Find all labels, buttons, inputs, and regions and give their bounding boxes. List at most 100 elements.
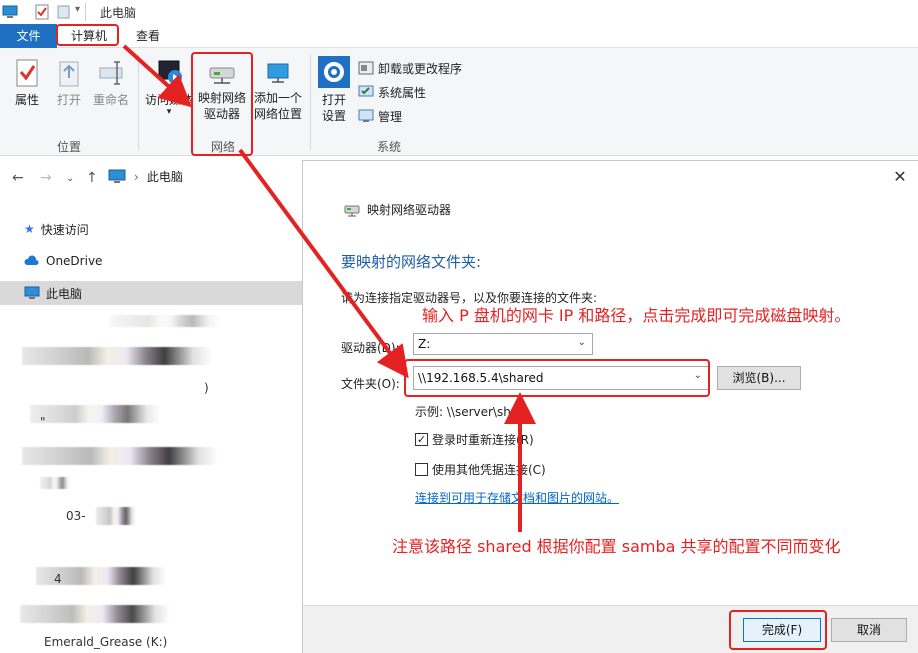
- open-button[interactable]: 打开: [52, 58, 86, 108]
- properties-quick-icon[interactable]: [34, 4, 50, 20]
- other-credentials-label: 使用其他凭据连接(C): [432, 463, 546, 477]
- add-network-location-button[interactable]: 添加一个 网络位置: [252, 60, 304, 122]
- other-credentials-checkbox[interactable]: 使用其他凭据连接(C): [415, 461, 546, 478]
- cancel-button[interactable]: 取消: [831, 618, 907, 642]
- map-network-drive-button[interactable]: 映射网络 驱动器: [195, 60, 249, 122]
- open-label: 打开: [56, 93, 81, 107]
- star-icon: ★: [24, 222, 35, 236]
- annotation-top-note: 输入 P 盘机的网卡 IP 和路径，点击完成即可完成磁盘映射。: [422, 306, 851, 325]
- navigation-pane: ★ 快速访问 OneDrive 此电脑 ) " 03- 4 Emerald_Gr…: [0, 205, 302, 653]
- computer-icon: [108, 169, 126, 183]
- blurred-item: [110, 315, 220, 327]
- tab-file[interactable]: 文件: [0, 24, 57, 48]
- access-media-label: 访问媒体: [144, 93, 193, 107]
- blurred-item: [22, 447, 218, 465]
- uninstall-label: 卸载或更改程序: [378, 61, 463, 76]
- drive-label: 驱动器(D):: [341, 341, 400, 355]
- ribbon-divider: [310, 54, 311, 150]
- map-network-drive-dialog: ✕ 映射网络驱动器 要映射的网络文件夹: 请为连接指定驱动器号，以及你要连接的文…: [302, 160, 918, 653]
- reconnect-label: 登录时重新连接(R): [432, 433, 534, 447]
- nav-quick-access-label: 快速访问: [40, 222, 89, 237]
- recent-dropdown-icon[interactable]: ⌄: [66, 173, 74, 184]
- network-location-icon: [267, 63, 289, 83]
- tab-view[interactable]: 查看: [126, 24, 170, 48]
- title-divider: [85, 3, 86, 21]
- breadcrumb-this-pc[interactable]: 此电脑: [147, 168, 183, 185]
- properties-label: 属性: [14, 93, 39, 107]
- nav-onedrive[interactable]: OneDrive: [0, 249, 302, 273]
- chevron-down-icon: ⌄: [693, 370, 702, 381]
- rename-button[interactable]: 重命名: [90, 58, 132, 108]
- close-icon[interactable]: ✕: [890, 167, 910, 187]
- ribbon-tabs: 文件 计算机 查看: [0, 24, 918, 48]
- properties-icon: [16, 59, 38, 87]
- map-drive-label-line1: 映射网络: [197, 91, 246, 105]
- quick-access-dropdown-icon[interactable]: ▾: [75, 4, 91, 20]
- nav-onedrive-label: OneDrive: [46, 254, 103, 268]
- system-group-label: 系统: [377, 140, 402, 154]
- empty-checkbox-icon: [415, 463, 428, 476]
- cloud-icon: [24, 255, 39, 265]
- network-drive-icon: [209, 67, 235, 84]
- blurred-item: [20, 605, 170, 623]
- system-properties-button[interactable]: 系统属性: [358, 82, 426, 102]
- connect-website-link[interactable]: 连接到可用于存储文档和图片的网站。: [415, 489, 619, 506]
- checkmark-icon: ✓: [415, 433, 428, 446]
- blurred-item: [22, 347, 212, 365]
- add-location-label-line1: 添加一个: [253, 91, 302, 105]
- access-media-dropdown-icon: ▾: [166, 107, 172, 117]
- address-bar: ← → ⌄ ↑ › 此电脑: [0, 162, 302, 194]
- dialog-title-text: 映射网络驱动器: [367, 203, 452, 217]
- blurred-item: [96, 507, 136, 525]
- drive-fragment: ": [40, 415, 46, 429]
- browse-button[interactable]: 浏览(B)...: [717, 366, 801, 390]
- manage-label: 管理: [378, 109, 403, 124]
- drive-fragment: Emerald_Grease (K:): [44, 635, 168, 649]
- tab-computer[interactable]: 计算机: [60, 24, 118, 48]
- folder-input[interactable]: \\192.168.5.4\shared ⌄: [413, 366, 709, 390]
- access-media-button[interactable]: 访问媒体 ▾: [144, 58, 194, 117]
- forward-arrow-icon[interactable]: →: [40, 170, 52, 186]
- annotation-bottom-note: 注意该路径 shared 根据你配置 samba 共享的配置不同而变化: [392, 537, 841, 556]
- nav-quick-access[interactable]: ★ 快速访问: [0, 217, 302, 241]
- open-settings-label-line2: 设置: [321, 109, 346, 123]
- computer-icon: [24, 286, 40, 299]
- finish-button[interactable]: 完成(F): [743, 618, 821, 642]
- network-drive-icon: [344, 205, 360, 216]
- dialog-title: 映射网络驱动器: [343, 201, 451, 218]
- blurred-item: [30, 405, 160, 423]
- folder-example: 示例: \\server\share: [415, 405, 531, 419]
- properties-button[interactable]: 属性: [8, 58, 46, 108]
- uninstall-button[interactable]: 卸载或更改程序: [358, 58, 462, 78]
- chevron-down-icon: ⌄: [577, 337, 586, 348]
- computer-icon: [2, 5, 18, 18]
- window-title: 此电脑: [100, 6, 137, 20]
- new-folder-quick-icon[interactable]: [56, 4, 72, 20]
- up-arrow-icon[interactable]: ↑: [86, 170, 98, 186]
- gear-icon: [318, 56, 350, 88]
- system-properties-icon: [358, 85, 374, 97]
- folder-input-value: \\192.168.5.4\shared: [418, 371, 544, 385]
- add-location-label-line2: 网络位置: [253, 107, 302, 121]
- reconnect-checkbox[interactable]: ✓ 登录时重新连接(R): [415, 431, 534, 448]
- back-arrow-icon[interactable]: ←: [12, 170, 24, 186]
- breadcrumb[interactable]: › 此电脑: [108, 168, 183, 185]
- breadcrumb-chevron-icon: ›: [134, 169, 139, 184]
- nav-this-pc[interactable]: 此电脑: [0, 281, 302, 305]
- rename-label: 重命名: [92, 93, 129, 107]
- open-settings-button[interactable]: 打开 设置: [316, 56, 352, 124]
- drive-select[interactable]: Z: ⌄: [413, 333, 593, 355]
- manage-icon: [358, 109, 374, 122]
- drive-fragment: 03-: [66, 509, 86, 523]
- folder-label: 文件夹(O):: [341, 377, 400, 391]
- drive-select-value: Z:: [418, 337, 431, 351]
- title-bar: ▾ 此电脑: [0, 0, 918, 24]
- uninstall-icon: [358, 61, 374, 75]
- network-group-label: 网络: [211, 140, 236, 154]
- manage-button[interactable]: 管理: [358, 106, 402, 126]
- open-settings-label-line1: 打开: [321, 93, 346, 107]
- system-properties-label: 系统属性: [378, 85, 427, 100]
- rename-icon: [99, 61, 123, 85]
- drive-fragment: ): [204, 381, 209, 395]
- dialog-heading: 要映射的网络文件夹:: [341, 253, 482, 271]
